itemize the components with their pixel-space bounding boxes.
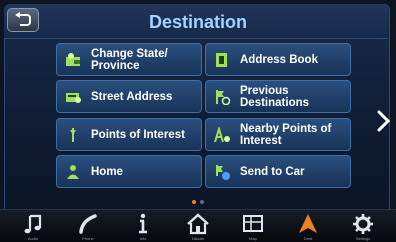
street-address-label: Street Address: [91, 90, 173, 103]
previous-destinations-button[interactable]: Previous Destinations: [205, 80, 351, 113]
gear-icon: [353, 214, 373, 234]
nearby-poi-button[interactable]: Nearby Points of Interest: [205, 118, 351, 151]
nav-screen: Destination Change State/ Province Addre…: [0, 0, 396, 242]
music-note-icon: [24, 214, 42, 234]
nearby-poi-icon: [214, 127, 230, 143]
tab-audio[interactable]: Audio: [11, 209, 55, 242]
phone-icon: [79, 214, 97, 234]
map-pin-state-icon: [66, 53, 80, 66]
tab-home[interactable]: Nissan: [176, 209, 220, 242]
change-state-button[interactable]: Change State/ Province: [56, 43, 202, 76]
previous-destinations-icon: [216, 90, 231, 105]
next-page-arrow-icon[interactable]: [375, 109, 393, 133]
nearby-poi-label: Nearby Points of Interest: [240, 122, 332, 147]
send-to-car-icon: [216, 165, 230, 180]
tab-settings[interactable]: Settings: [341, 209, 385, 242]
poi-flag-icon: [70, 128, 76, 142]
tab-info[interactable]: Info: [121, 209, 165, 242]
map-icon: [243, 215, 263, 232]
previous-destinations-label: Previous Destinations: [240, 84, 310, 109]
send-to-car-label: Send to Car: [240, 165, 305, 178]
home-destination-button[interactable]: Home: [56, 155, 202, 188]
street-address-icon: [66, 93, 81, 103]
tab-settings-label: Settings: [355, 236, 371, 241]
home-icon: [187, 213, 209, 235]
points-of-interest-button[interactable]: Points of Interest: [56, 118, 202, 151]
tab-destination-label: Dest: [303, 236, 313, 241]
address-book-label: Address Book: [240, 53, 318, 66]
address-book-icon: [216, 53, 227, 67]
tab-phone[interactable]: Phone: [66, 209, 110, 242]
tab-home-label: Nissan: [191, 236, 205, 241]
page-indicator: [192, 200, 204, 204]
home-label: Home: [91, 165, 123, 178]
tab-phone-label: Phone: [82, 236, 94, 241]
tab-map[interactable]: Map: [231, 209, 275, 242]
street-address-button[interactable]: Street Address: [56, 80, 202, 113]
info-icon: [139, 213, 147, 234]
change-state-label: Change State/ Province: [91, 47, 168, 72]
points-of-interest-label: Points of Interest: [91, 128, 185, 141]
navigation-arrow-icon: [299, 214, 317, 233]
page-title: Destination: [148, 12, 247, 32]
tab-audio-label: Audio: [27, 236, 39, 241]
tab-destination[interactable]: Dest: [286, 209, 330, 242]
home-person-icon: [67, 165, 79, 179]
tab-map-label: Map: [249, 236, 257, 241]
tab-info-label: Info: [139, 236, 147, 241]
address-book-button[interactable]: Address Book: [205, 43, 351, 76]
send-to-car-button[interactable]: Send to Car: [205, 155, 351, 188]
